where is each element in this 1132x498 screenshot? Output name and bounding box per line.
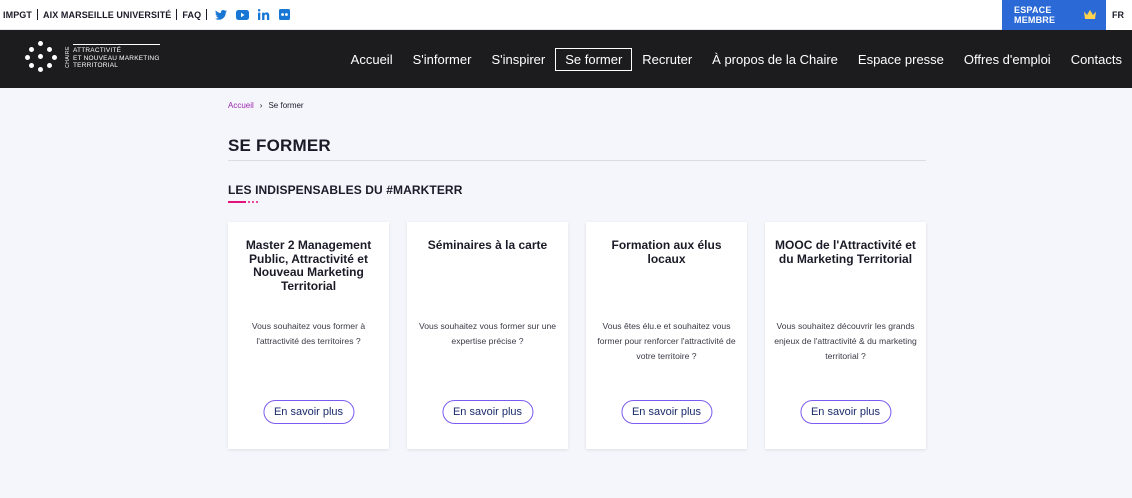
training-cards: Master 2 Management Public, Attractivité… [228,222,926,449]
nav-item-sinformer[interactable]: S'informer [403,48,482,71]
language-selector[interactable]: FR [1106,0,1132,30]
logo-vertical-text: CHAIRE [65,46,71,68]
member-space-label: ESPACE MEMBRE [1014,5,1056,25]
separator [206,9,208,20]
nav-item-contacts[interactable]: Contacts [1061,48,1132,71]
nav-item-recruter[interactable]: Recruter [632,48,702,71]
breadcrumb-home[interactable]: Accueil [228,101,254,110]
card-description: Vous êtes élu.e et souhaitez vous former… [597,321,736,361]
nav-item-offres-emploi[interactable]: Offres d'emploi [954,48,1061,71]
section-title: LES INDISPENSABLES DU #MARKTERR [228,183,463,197]
nav-item-a-propos[interactable]: À propos de la Chaire [702,48,848,71]
crown-icon [1084,9,1096,21]
nav-item-accueil[interactable]: Accueil [341,48,403,71]
flickr-icon[interactable] [279,9,291,20]
utility-links: IMPGT AIX MARSEILLE UNIVERSITÉ FAQ [0,0,291,30]
nav-item-se-former[interactable]: Se former [555,47,633,71]
card-master2: Master 2 Management Public, Attractivité… [228,222,389,449]
logo-wordmark: ATTRACTIVITÉ ET NOUVEAU MARKETING TERRIT… [73,44,160,70]
card-description: Vous souhaitez découvrir les grands enje… [774,321,917,361]
page-title: SE FORMER [228,136,331,155]
member-space-button[interactable]: ESPACE MEMBRE [1002,0,1106,30]
main-navigation: CHAIRE ATTRACTIVITÉ ET NOUVEAU MARKETING… [0,30,1132,88]
browser-viewport: IMPGT AIX MARSEILLE UNIVERSITÉ FAQ ESPAC… [0,0,1132,498]
card-title: Séminaires à la carte [427,238,548,252]
breadcrumb-separator: › [259,101,263,110]
logo-line: ET NOUVEAU MARKETING [73,54,160,62]
nav-item-espace-presse[interactable]: Espace presse [848,48,954,71]
learn-more-button[interactable]: En savoir plus [441,400,534,424]
card-seminaires: Séminaires à la carte Vous souhaitez vou… [407,222,568,449]
separator [176,9,178,20]
breadcrumb: Accueil › Se former [228,101,304,110]
link-impgt[interactable]: IMPGT [3,10,32,20]
learn-more-button[interactable]: En savoir plus [262,400,355,424]
card-description: Vous souhaitez vous former à l'attractiv… [251,321,366,346]
nav-item-sinspirer[interactable]: S'inspirer [481,48,555,71]
breadcrumb-current: Se former [268,101,304,110]
linkedin-icon[interactable] [258,9,270,20]
nav-menu: Accueil S'informer S'inspirer Se former … [341,30,1132,88]
section-accent [228,201,258,203]
logo-line: TERRITORIAL [73,62,119,70]
title-divider [228,160,926,161]
logo-dots-icon [25,41,63,73]
utility-right: ESPACE MEMBRE FR [1002,0,1132,30]
card-description: Vous souhaitez vous former sur une exper… [418,321,557,346]
card-title: MOOC de l'Attractivité et du Marketing T… [775,238,916,266]
card-mooc: MOOC de l'Attractivité et du Marketing T… [765,222,926,449]
link-aix-marseille-universite[interactable]: AIX MARSEILLE UNIVERSITÉ [43,10,171,20]
link-faq[interactable]: FAQ [182,10,201,20]
utility-bar: IMPGT AIX MARSEILLE UNIVERSITÉ FAQ ESPAC… [0,0,1132,30]
learn-more-button[interactable]: En savoir plus [799,400,892,424]
separator [37,9,38,20]
twitter-icon[interactable] [215,9,228,20]
logo-line: ATTRACTIVITÉ [73,47,122,55]
chaire-logo[interactable]: CHAIRE ATTRACTIVITÉ ET NOUVEAU MARKETING… [25,41,160,73]
learn-more-button[interactable]: En savoir plus [620,400,713,424]
card-formation-elus: Formation aux élus locaux Vous êtes élu.… [586,222,747,449]
card-title: Formation aux élus locaux [611,238,722,266]
card-title: Master 2 Management Public, Attractivité… [245,238,372,293]
youtube-icon[interactable] [236,9,250,20]
social-links [215,9,291,20]
